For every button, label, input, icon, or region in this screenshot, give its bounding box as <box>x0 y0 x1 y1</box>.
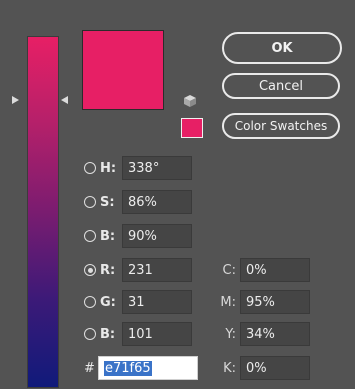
cancel-button[interactable]: Cancel <box>222 73 340 99</box>
slider-handle-left[interactable] <box>12 96 19 104</box>
yellow-label: Y: <box>225 326 236 342</box>
brightness-label: B: <box>100 228 116 244</box>
green-radio[interactable] <box>84 296 96 308</box>
magenta-input[interactable]: 95% <box>240 290 310 314</box>
hue-row: H: 338° <box>84 155 192 181</box>
hue-input[interactable]: 338° <box>122 156 192 180</box>
hex-row: # e71f65 <box>84 355 198 381</box>
hex-value: e71f65 <box>104 360 152 376</box>
saturation-label: S: <box>100 194 115 210</box>
black-row: K: 0% <box>214 355 310 381</box>
brightness-radio[interactable] <box>84 230 96 242</box>
cube-icon[interactable] <box>183 94 197 108</box>
saturation-row: S: 86% <box>84 189 192 215</box>
magenta-row: M: 95% <box>214 289 310 315</box>
hex-label: # <box>84 360 95 376</box>
hue-label: H: <box>100 160 117 176</box>
cyan-row: C: 0% <box>214 257 310 283</box>
saturation-input[interactable]: 86% <box>122 190 192 214</box>
saturation-radio[interactable] <box>84 196 96 208</box>
black-label: K: <box>223 360 236 376</box>
hue-radio[interactable] <box>84 162 96 174</box>
blue-radio[interactable] <box>84 328 96 340</box>
red-row: R: 231 <box>84 257 192 283</box>
magenta-label: M: <box>220 294 236 310</box>
blue-input[interactable]: 101 <box>122 322 192 346</box>
yellow-input[interactable]: 34% <box>240 322 310 346</box>
blue-label: B: <box>100 326 116 342</box>
red-radio[interactable] <box>84 264 96 276</box>
yellow-row: Y: 34% <box>214 321 310 347</box>
brightness-input[interactable]: 90% <box>122 224 192 248</box>
red-input[interactable]: 231 <box>122 258 192 282</box>
red-label: R: <box>100 262 116 278</box>
color-swatches-button[interactable]: Color Swatches <box>222 113 340 139</box>
black-input[interactable]: 0% <box>240 356 310 380</box>
slider-handle-right[interactable] <box>61 96 68 104</box>
blue-row: B: 101 <box>84 321 192 347</box>
brightness-row: B: 90% <box>84 223 192 249</box>
hue-slider[interactable] <box>4 30 82 388</box>
green-label: G: <box>100 294 116 310</box>
hex-input[interactable]: e71f65 <box>98 356 198 380</box>
ok-button[interactable]: OK <box>222 32 342 64</box>
cyan-input[interactable]: 0% <box>240 258 310 282</box>
cyan-label: C: <box>222 262 236 278</box>
websafe-color-swatch[interactable] <box>181 118 203 138</box>
green-row: G: 31 <box>84 289 192 315</box>
green-input[interactable]: 31 <box>122 290 192 314</box>
hue-track[interactable] <box>27 36 59 388</box>
color-preview-swatch <box>82 30 164 110</box>
